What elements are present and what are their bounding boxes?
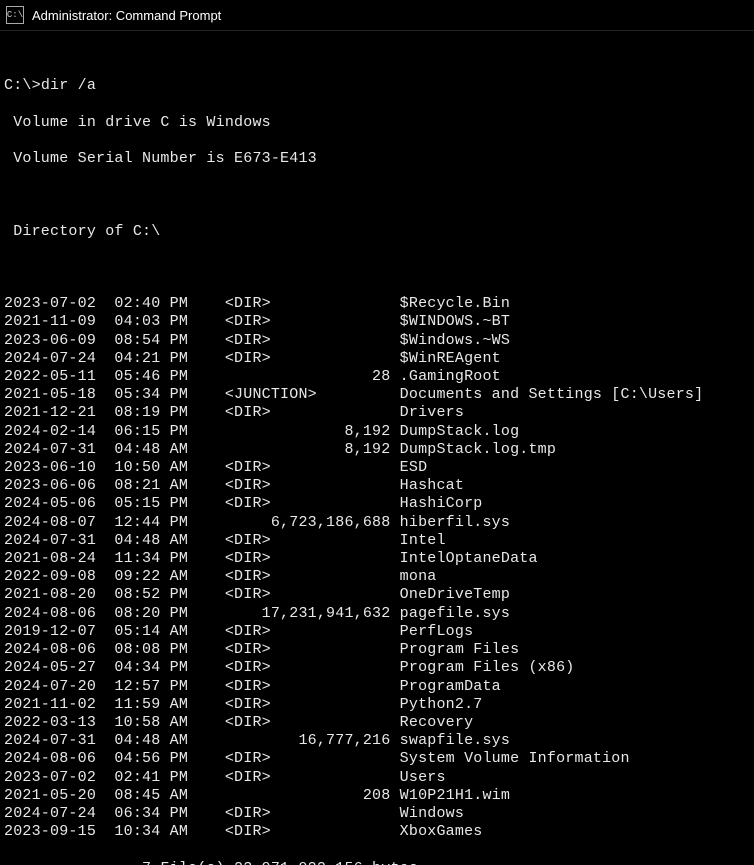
listing-row: 2023-06-09 08:54 PM <DIR> $Windows.~WS [4, 332, 750, 350]
command-line: C:\>dir /a [4, 77, 750, 95]
listing-row: 2024-07-31 04:48 AM 8,192 DumpStack.log.… [4, 441, 750, 459]
listing-row: 2023-07-02 02:40 PM <DIR> $Recycle.Bin [4, 295, 750, 313]
listing-row: 2022-09-08 09:22 AM <DIR> mona [4, 568, 750, 586]
terminal-area[interactable]: C:\>dir /a Volume in drive C is Windows … [0, 31, 754, 865]
listing-row: 2023-06-10 10:50 AM <DIR> ESD [4, 459, 750, 477]
directory-listing: 2023-07-02 02:40 PM <DIR> $Recycle.Bin20… [4, 295, 750, 841]
listing-row: 2023-06-06 08:21 AM <DIR> Hashcat [4, 477, 750, 495]
listing-row: 2024-07-31 04:48 AM 16,777,216 swapfile.… [4, 732, 750, 750]
listing-row: 2021-11-09 04:03 PM <DIR> $WINDOWS.~BT [4, 313, 750, 331]
listing-row: 2024-05-06 05:15 PM <DIR> HashiCorp [4, 495, 750, 513]
listing-row: 2023-07-02 02:41 PM <DIR> Users [4, 769, 750, 787]
listing-row: 2024-07-24 04:21 PM <DIR> $WinREAgent [4, 350, 750, 368]
listing-row: 2024-08-06 08:20 PM 17,231,941,632 pagef… [4, 605, 750, 623]
listing-row: 2024-07-24 06:34 PM <DIR> Windows [4, 805, 750, 823]
listing-row: 2024-08-07 12:44 PM 6,723,186,688 hiberf… [4, 514, 750, 532]
listing-row: 2024-05-27 04:34 PM <DIR> Program Files … [4, 659, 750, 677]
listing-row: 2023-09-15 10:34 AM <DIR> XboxGames [4, 823, 750, 841]
serial-line: Volume Serial Number is E673-E413 [4, 150, 750, 168]
typed-command: dir /a [41, 77, 96, 94]
volume-line: Volume in drive C is Windows [4, 114, 750, 132]
listing-row: 2024-08-06 04:56 PM <DIR> System Volume … [4, 750, 750, 768]
listing-row: 2024-02-14 06:15 PM 8,192 DumpStack.log [4, 423, 750, 441]
blank-line [4, 259, 750, 277]
listing-row: 2021-08-24 11:34 PM <DIR> IntelOptaneDat… [4, 550, 750, 568]
listing-row: 2021-05-20 08:45 AM 208 W10P21H1.wim [4, 787, 750, 805]
listing-row: 2019-12-07 05:14 AM <DIR> PerfLogs [4, 623, 750, 641]
listing-row: 2021-11-02 11:59 AM <DIR> Python2.7 [4, 696, 750, 714]
cmd-icon: C:\ [6, 6, 24, 24]
listing-row: 2024-07-20 12:57 PM <DIR> ProgramData [4, 678, 750, 696]
listing-row: 2021-05-18 05:34 PM <JUNCTION> Documents… [4, 386, 750, 404]
blank-line [4, 186, 750, 204]
title-bar[interactable]: C:\ Administrator: Command Prompt [0, 0, 754, 31]
listing-row: 2022-05-11 05:46 PM 28 .GamingRoot [4, 368, 750, 386]
listing-row: 2021-12-21 08:19 PM <DIR> Drivers [4, 404, 750, 422]
prompt: C:\> [4, 77, 41, 94]
listing-row: 2022-03-13 10:58 AM <DIR> Recovery [4, 714, 750, 732]
summary-files: 7 File(s) 23,971,922,156 bytes [4, 860, 750, 865]
listing-row: 2024-08-06 08:08 PM <DIR> Program Files [4, 641, 750, 659]
directory-of-line: Directory of C:\ [4, 223, 750, 241]
window-title: Administrator: Command Prompt [32, 8, 221, 23]
listing-row: 2021-08-20 08:52 PM <DIR> OneDriveTemp [4, 586, 750, 604]
listing-row: 2024-07-31 04:48 AM <DIR> Intel [4, 532, 750, 550]
